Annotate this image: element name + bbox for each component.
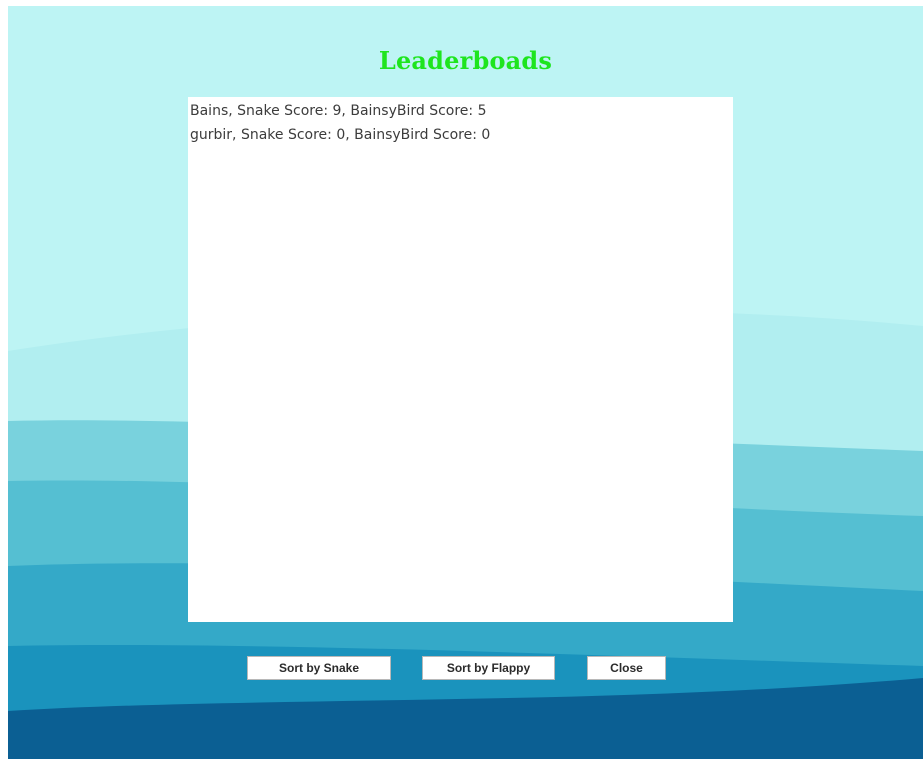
leaderboard-window: Leaderboads Bains, Snake Score: 9, Bains… [8, 6, 923, 759]
list-item[interactable]: Bains, Snake Score: 9, BainsyBird Score:… [190, 102, 487, 120]
list-item[interactable]: gurbir, Snake Score: 0, BainsyBird Score… [190, 126, 490, 144]
close-button[interactable]: Close [587, 656, 666, 680]
page-title: Leaderboads [378, 46, 553, 75]
sort-by-snake-button[interactable]: Sort by Snake [247, 656, 391, 680]
leaderboard-list[interactable]: Bains, Snake Score: 9, BainsyBird Score:… [188, 97, 733, 622]
sort-by-flappy-button[interactable]: Sort by Flappy [422, 656, 555, 680]
